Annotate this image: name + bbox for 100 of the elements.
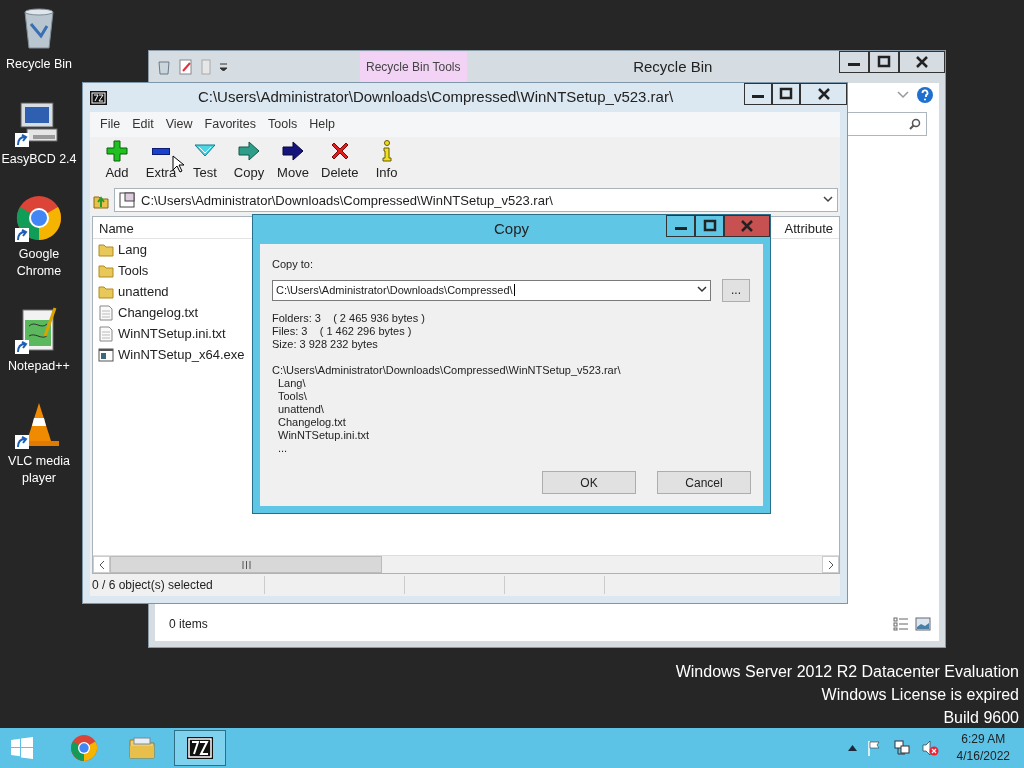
file-name[interactable]: Lang [118,240,147,260]
dialog-button[interactable]: Cancel [657,471,751,494]
arrow-right-icon [237,138,261,163]
minimize-icon [848,63,860,66]
listed-item: Tools\ [277,389,308,403]
toolbar-button[interactable]: Copy [230,138,268,183]
window-title: C:\Users\Administrator\Downloads\Compressed\WinNTSetup_v523.rar\ [196,87,674,108]
address-bar[interactable]: C:\Users\Administrator\Downloads\Compressed\WinNTSetup_v523.rar\ [114,188,838,213]
network-icon[interactable] [892,740,911,756]
listed-item: WinNTSetup.ini.txt [277,428,371,442]
time-text: 6:29 AM [960,731,1007,748]
taskbar-button[interactable] [174,730,226,766]
minimize-icon [674,227,687,230]
menu-item[interactable]: Edit [126,114,160,135]
large-icons-view-icon[interactable] [915,617,931,631]
maximize-icon [877,55,891,69]
menu-item[interactable]: Favorites [198,114,262,135]
summary-text: Size: 3 928 232 bytes [272,337,379,351]
listed-item: unattend\ [277,402,325,416]
maximize-button[interactable] [772,83,800,105]
menu-item[interactable]: Help [303,114,341,135]
help-icon[interactable] [917,87,933,103]
close-icon [740,219,754,233]
toolbar-button[interactable]: Test [186,138,224,183]
properties-icon[interactable] [179,59,193,75]
sevenzip-icon [186,734,214,762]
details-view-icon[interactable] [893,617,909,631]
minimize-icon [752,95,764,98]
toolbar-button[interactable]: Info [367,138,406,183]
chevron-down-icon [697,286,707,294]
chevron-down-icon [823,196,833,205]
window-title: Recycle Bin [632,56,713,77]
minus-icon [152,147,170,155]
close-button[interactable] [800,83,847,105]
minimize-button[interactable] [666,215,695,237]
application-icon [98,346,114,363]
minimize-button[interactable] [744,83,772,105]
toolbar-button[interactable]: Delete [318,138,362,183]
app-logo-icon [90,90,107,105]
maximize-button[interactable] [695,215,724,237]
watermark-text: Windows Server 2012 R2 Datacenter Evaluation [675,662,1019,682]
desktop-icon-label[interactable]: Notepad++ [8,358,70,375]
chevron-down-icon[interactable] [897,91,909,99]
desktop-icon-label[interactable]: Recycle Bin [6,56,72,73]
dropdown-icon[interactable] [219,63,228,71]
toolbar-button[interactable]: Extra [142,138,180,183]
browse-button[interactable]: ... [722,278,750,302]
folder-icon [128,734,156,762]
column-header[interactable]: Attribute [778,217,839,239]
minimize-button[interactable] [839,51,869,73]
chevron-right-icon[interactable] [827,559,834,570]
destination-combo-box[interactable]: C:\Users\Administrator\Downloads\Compressed\ [272,279,711,301]
toolbar-button[interactable]: Add [98,138,136,183]
menu-item[interactable]: Tools [262,114,304,135]
date-text: 4/16/2022 [956,748,1010,765]
file-name[interactable]: Tools [118,261,149,281]
status-text: 0 / 6 object(s) selected [92,577,213,594]
field-label: Copy to: [272,257,314,272]
plus-icon [105,138,129,163]
file-name[interactable]: WinNTSetup_x64.exe [118,345,245,365]
folder-icon [98,241,114,258]
arrow-right-icon [281,138,305,163]
grip-icon [241,560,251,569]
desktop-icon-label[interactable]: VLC media player [0,453,78,487]
file-name[interactable]: unattend [118,282,169,302]
desktop-icon-label[interactable]: EasyBCD 2.4 [1,151,77,168]
chrome-icon[interactable] [15,194,63,242]
close-button[interactable] [899,51,945,73]
search-icon [909,118,921,130]
menu-item[interactable]: File [94,114,127,135]
caret-up-icon[interactable] [847,745,857,751]
chrome-icon [70,734,98,762]
desktop-icon-label[interactable]: Google Chrome [0,246,78,280]
toolbar-button[interactable]: Move [274,138,312,183]
maximize-button[interactable] [869,51,899,73]
watermark-text: Build 9600 [942,708,1019,728]
horizontal-scrollbar[interactable] [93,555,839,573]
listed-item: ... [277,441,289,455]
listed-item: Changelog.txt [277,415,347,429]
dialog-button[interactable]: OK [542,471,636,494]
file-name[interactable]: WinNTSetup.ini.txt [118,324,226,344]
file-name[interactable]: Changelog.txt [118,303,199,323]
scrollbar-thumb[interactable] [110,556,382,573]
folder-icon [98,262,114,279]
menu-item[interactable]: View [159,114,199,135]
document-icon [98,325,114,342]
ribbon-context-tab[interactable]: Recycle Bin Tools [360,52,467,82]
maximize-icon [702,219,717,233]
listed-item: Lang\ [277,376,307,390]
speaker-muted-icon[interactable] [920,740,939,756]
close-icon [915,55,929,69]
summary-text: Folders: 3 ( 2 465 936 bytes ) [272,311,426,325]
close-icon [816,87,831,101]
dialog-title: Copy [494,219,529,240]
column-header[interactable]: Name [93,217,253,239]
watermark-text: Windows License is expired [820,685,1019,705]
maximize-icon [779,87,793,101]
chevron-left-icon[interactable] [98,559,105,570]
clock[interactable]: 6:29 AM 4/16/2022 [956,731,1010,765]
flag-icon[interactable] [866,740,883,756]
